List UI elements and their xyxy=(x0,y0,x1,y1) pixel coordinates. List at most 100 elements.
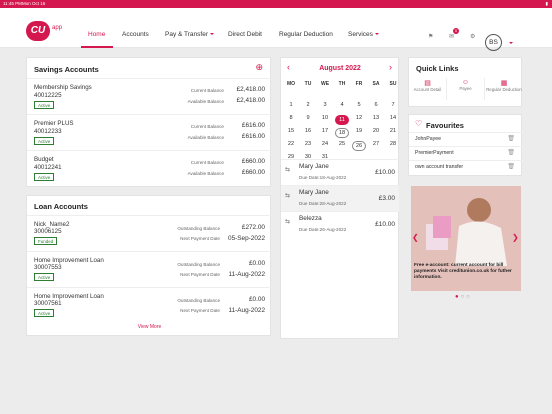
gear-icon[interactable]: ⚙ xyxy=(470,33,475,40)
calendar-day[interactable]: 17 xyxy=(318,128,332,134)
panel-title: Savings Accounts xyxy=(34,65,99,74)
quick-link-account-detail[interactable]: ▤ Account Detail xyxy=(409,78,447,100)
next-payment-date: 11-Aug-2022 xyxy=(228,271,265,278)
calendar-day[interactable]: 14 xyxy=(386,115,400,121)
savings-account-row[interactable]: Membership Savings 40012225 Active Current … xyxy=(27,78,272,114)
calendar-day[interactable]: 4 xyxy=(335,102,349,108)
current-balance-label: Current Balance xyxy=(190,124,224,129)
calendar-day[interactable]: 20 xyxy=(369,128,383,134)
calendar-day[interactable]: 15 xyxy=(284,128,298,134)
logo-suffix: app xyxy=(52,25,63,31)
add-account-icon[interactable]: ⊕ xyxy=(255,62,263,73)
weekday-label: SA xyxy=(372,81,380,87)
account-name: Home Improvement Loan xyxy=(34,257,104,264)
calendar-day[interactable]: 6 xyxy=(369,102,383,108)
calendar-day[interactable]: 16 xyxy=(301,128,315,134)
next-payment-label: Next Payment Date xyxy=(180,236,220,241)
calendar-day[interactable]: 26 xyxy=(352,141,366,151)
calendar-day[interactable]: 13 xyxy=(369,115,383,121)
calendar-day[interactable]: 23 xyxy=(301,141,315,147)
nav-pay-transfer[interactable]: Pay & Transfer xyxy=(165,31,214,38)
outstanding-balance-value: £0.00 xyxy=(249,296,265,303)
loan-account-row[interactable]: Home Improvement Loan 30007561 Active Outst… xyxy=(27,287,272,323)
nav-direct-debit[interactable]: Direct Debit xyxy=(228,31,262,38)
loan-account-row[interactable]: Nick_Name2 30006125 Funded Outstanding Bala… xyxy=(27,215,272,251)
promo-text: Free e-account: current account for bill… xyxy=(414,263,512,280)
calendar-day[interactable]: 12 xyxy=(352,115,366,121)
calendar-day[interactable]: 1 xyxy=(284,102,298,108)
savings-account-row[interactable]: Premier PLUS 40012233 Active Current Balanc… xyxy=(27,114,272,150)
calendar-day[interactable]: 22 xyxy=(284,141,298,147)
calendar-day[interactable]: 10 xyxy=(318,115,332,121)
favourite-row[interactable]: PremierPayment 🗑 xyxy=(409,146,523,159)
carousel-dots[interactable]: ●○○ xyxy=(455,294,472,300)
calendar-day[interactable]: 24 xyxy=(318,141,332,147)
heart-icon: ♡ xyxy=(415,119,423,128)
calendar-day[interactable]: 2 xyxy=(301,102,315,108)
scheduled-payment-row[interactable]: ⇆ Belezza Due Date:26-Aug-2022 £10.00 xyxy=(281,211,399,237)
savings-account-row[interactable]: Budget 40012241 Active Current Balance £660.… xyxy=(27,150,272,186)
chevron-down-icon[interactable] xyxy=(509,42,513,44)
favourite-name: own account transfer xyxy=(415,164,464,170)
payment-amount: £10.00 xyxy=(375,169,395,176)
calendar-day[interactable]: 11 xyxy=(335,115,349,125)
chevron-down-icon xyxy=(210,33,214,36)
account-number: 40012225 xyxy=(34,92,62,99)
calendar-day[interactable]: 19 xyxy=(352,128,366,134)
calendar-day[interactable]: 27 xyxy=(369,141,383,147)
calendar-day[interactable]: 21 xyxy=(386,128,400,134)
account-detail-icon: ▤ xyxy=(424,80,431,87)
savings-accounts-panel: Savings Accounts ⊕ Membership Savings 400… xyxy=(26,57,272,187)
outstanding-balance-label: Outstanding Balance xyxy=(177,262,220,267)
calendar-day[interactable]: 5 xyxy=(352,102,366,108)
scheduled-payment-row[interactable]: ⇆ Mary Jane Due Date:18-Aug-2022 £10.00 xyxy=(281,159,399,185)
calendar-day[interactable]: 3 xyxy=(318,102,332,108)
available-balance-label: Available Balance xyxy=(187,135,224,140)
favourite-name: PremierPayment xyxy=(415,150,454,156)
carousel-prev-icon[interactable]: ❮ xyxy=(412,233,419,242)
scheduled-payment-row[interactable]: ⇆ Mary Jane Due Date:28-Aug-2022 £3.00 xyxy=(281,185,399,211)
logo[interactable]: CU xyxy=(26,21,50,41)
quick-link-label: Account Detail xyxy=(413,87,442,92)
available-balance-value: £2,418.00 xyxy=(236,97,265,104)
account-number: 40012241 xyxy=(34,164,62,171)
trash-icon[interactable]: 🗑 xyxy=(507,163,515,170)
mail-icon[interactable]: ✉ xyxy=(449,33,454,40)
status-date: Mon Oct 16 xyxy=(22,1,46,6)
nav-accounts[interactable]: Accounts xyxy=(122,31,149,38)
current-balance-label: Current Balance xyxy=(190,160,224,165)
calendar-day[interactable]: 25 xyxy=(335,141,349,147)
calendar-day[interactable]: 9 xyxy=(301,115,315,121)
chevron-down-icon xyxy=(374,33,379,36)
loan-account-row[interactable]: Home Improvement Loan 30007553 Active Outst… xyxy=(27,251,272,287)
notification-badge: 0 xyxy=(453,28,459,34)
calendar-day[interactable]: 8 xyxy=(284,115,298,121)
avatar[interactable]: BS xyxy=(485,34,502,51)
carousel-next-icon[interactable]: ❯ xyxy=(512,233,519,242)
quick-link-regular-deduction[interactable]: ▦ Regular Deduction xyxy=(485,78,523,100)
next-payment-date: 05-Sep-2022 xyxy=(228,235,265,242)
battery-icon: ▮ xyxy=(545,1,548,6)
favourite-row[interactable]: JohnPayee 🗑 xyxy=(409,132,523,145)
calendar-day[interactable]: 18 xyxy=(335,128,349,138)
due-date: Due Date:28-Aug-2022 xyxy=(299,201,347,206)
language-flag-icon[interactable]: ⚑ xyxy=(428,33,433,40)
next-payment-label: Next Payment Date xyxy=(180,272,220,277)
next-month-icon[interactable]: › xyxy=(389,62,392,72)
nav-home[interactable]: Home xyxy=(88,31,105,38)
available-balance-value: £660.00 xyxy=(241,169,265,176)
calendar-day[interactable]: 28 xyxy=(386,141,400,147)
outstanding-balance-label: Outstanding Balance xyxy=(177,298,220,303)
quick-link-payee[interactable]: ☺ Payee xyxy=(447,78,485,100)
view-more-link[interactable]: View More xyxy=(27,324,272,330)
current-balance-label: Current Balance xyxy=(190,88,224,93)
calendar-day[interactable]: 7 xyxy=(386,102,400,108)
current-balance-value: £660.00 xyxy=(241,158,265,165)
nav-regular-deduction[interactable]: Regular Deduction xyxy=(279,31,333,38)
current-balance-value: £2,418.00 xyxy=(236,86,265,93)
favourite-row[interactable]: own account transfer 🗑 xyxy=(409,160,523,173)
nav-services[interactable]: Services xyxy=(348,31,379,38)
trash-icon[interactable]: 🗑 xyxy=(507,149,515,156)
account-name: Membership Savings xyxy=(34,84,92,91)
trash-icon[interactable]: 🗑 xyxy=(507,135,515,142)
